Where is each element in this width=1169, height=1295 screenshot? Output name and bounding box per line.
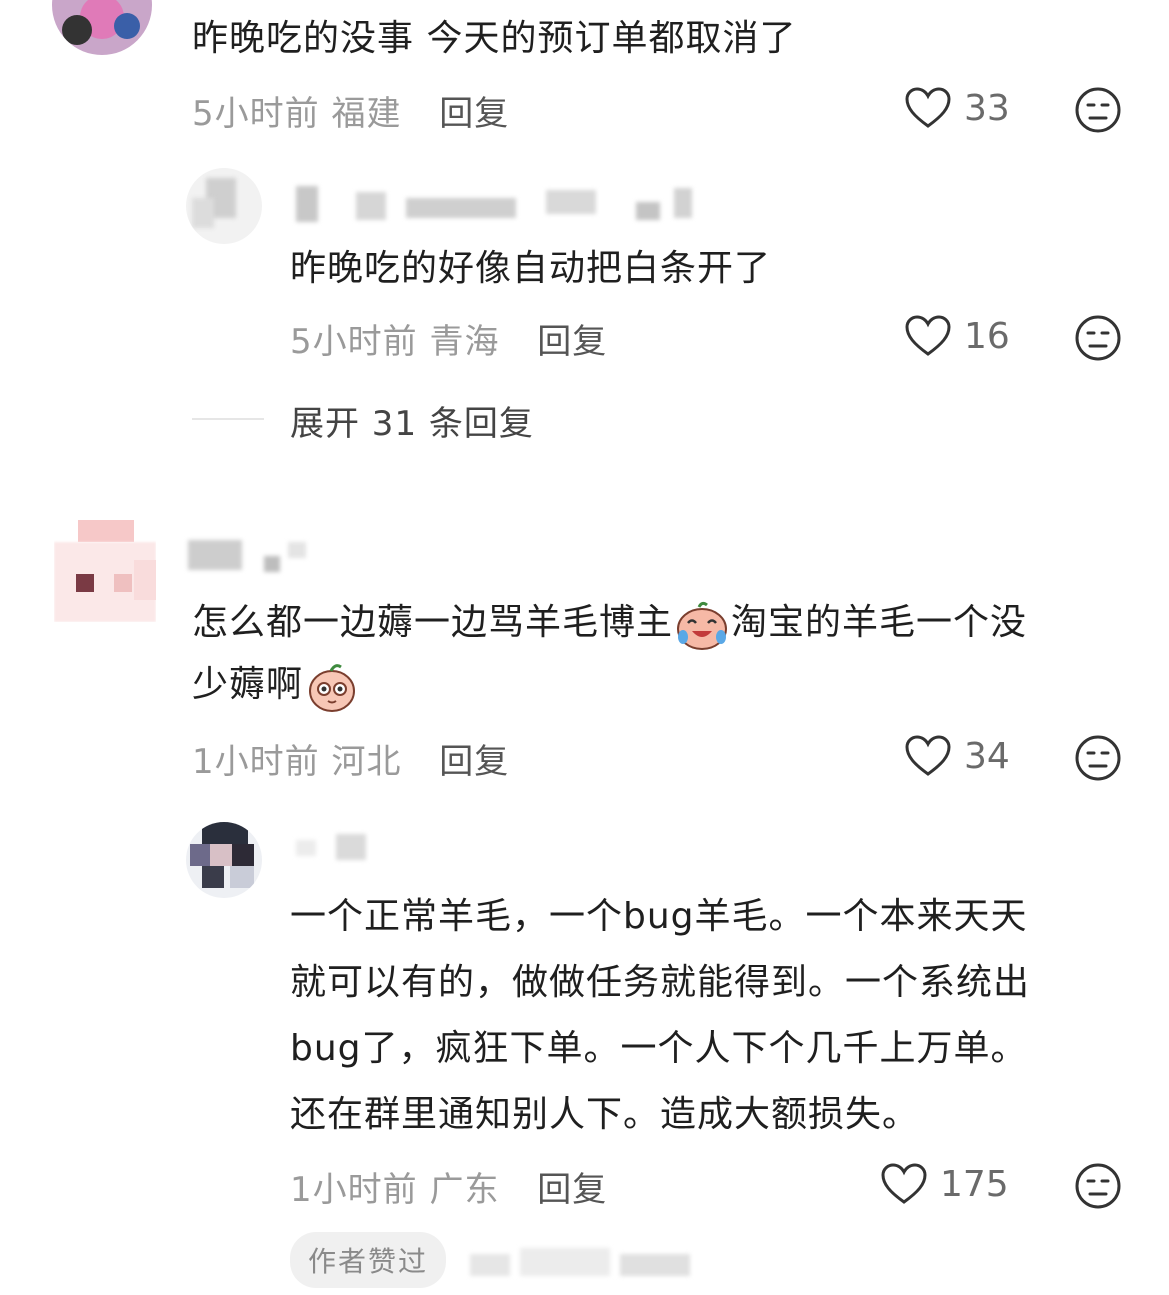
comment-meta: 1小时前 河北 回复: [192, 734, 509, 783]
comment-location: 河北: [331, 742, 402, 782]
dislike-button[interactable]: [1074, 314, 1122, 366]
like-button[interactable]: 33: [904, 86, 1010, 130]
avatar[interactable]: [186, 168, 262, 244]
like-button[interactable]: 175: [880, 1162, 1009, 1206]
comment-time: 1小时前: [192, 742, 320, 782]
like-count: 34: [964, 735, 1010, 777]
like-button[interactable]: 34: [904, 734, 1010, 778]
avatar[interactable]: [52, 0, 152, 55]
dislike-button[interactable]: [1074, 734, 1122, 786]
username-blurred: [296, 186, 696, 222]
laughing-crying-emoji: [675, 597, 729, 651]
comment-line: 还在群里通知别人下。造成大额损失。: [290, 1094, 920, 1135]
comment-location: 青海: [429, 322, 500, 362]
comment-line: bug了，疯狂下单。一个人下个几千上万单。: [290, 1028, 1028, 1069]
comment-text-part: 少薅啊: [192, 664, 304, 705]
like-button[interactable]: 16: [904, 314, 1010, 358]
comment-text-part: 淘宝的羊毛一个没: [731, 602, 1028, 643]
comment-text: 昨晚吃的没事 今天的预订单都取消了: [192, 18, 797, 59]
comment-time: 1小时前: [290, 1170, 418, 1210]
comment-time: 5小时前: [290, 322, 418, 362]
comment-meta: 5小时前 青海 回复: [290, 314, 607, 363]
divider: [192, 418, 264, 420]
comment-time: 5小时前: [192, 94, 320, 134]
reply-button[interactable]: 回复: [537, 1170, 607, 1210]
like-count: 16: [964, 315, 1010, 357]
comment-meta: 5小时前 福建 回复: [192, 86, 509, 135]
avatar[interactable]: [186, 822, 262, 898]
author-liked-badge: 作者赞过: [290, 1232, 447, 1288]
neutral-face-icon: [1075, 87, 1121, 133]
shy-peach-emoji: [305, 659, 359, 713]
comment-text: 怎么都一边薅一边骂羊毛博主 淘宝的羊毛一个没 少薅啊: [192, 592, 1132, 716]
neutral-face-icon: [1075, 315, 1121, 361]
avatar[interactable]: [54, 520, 156, 622]
reply-button[interactable]: 回复: [439, 742, 509, 782]
heart-outline-icon: [905, 315, 951, 356]
comment-meta: 1小时前 广东 回复: [290, 1162, 607, 1211]
comment-text: 一个正常羊毛，一个bug羊毛。一个本来天天 就可以有的，做做任务就能得到。一个系…: [290, 884, 1140, 1148]
dislike-button[interactable]: [1074, 86, 1122, 138]
expand-replies-button[interactable]: 展开 31 条回复: [290, 396, 534, 445]
heart-outline-icon: [905, 87, 951, 128]
comment-location: 福建: [331, 94, 402, 134]
dislike-button[interactable]: [1074, 1162, 1122, 1214]
like-count: 175: [940, 1163, 1009, 1205]
comment-location: 广东: [429, 1170, 500, 1210]
comment-line: 就可以有的，做做任务就能得到。一个系统出: [290, 962, 1031, 1003]
heart-outline-icon: [905, 735, 951, 776]
neutral-face-icon: [1075, 1163, 1121, 1209]
comment-text: 昨晚吃的好像自动把白条开了: [290, 248, 772, 289]
like-count: 33: [964, 87, 1010, 129]
comment-text-part: 怎么都一边薅一边骂羊毛博主: [192, 602, 674, 643]
reply-button[interactable]: 回复: [537, 322, 607, 362]
username-blurred: [296, 834, 386, 862]
comment-line: 一个正常羊毛，一个bug羊毛。一个本来天天: [290, 896, 1028, 937]
watermark-blurred: [470, 1248, 700, 1278]
heart-outline-icon: [881, 1163, 927, 1204]
neutral-face-icon: [1075, 735, 1121, 781]
reply-button[interactable]: 回复: [439, 94, 509, 134]
username-blurred: [188, 540, 328, 574]
